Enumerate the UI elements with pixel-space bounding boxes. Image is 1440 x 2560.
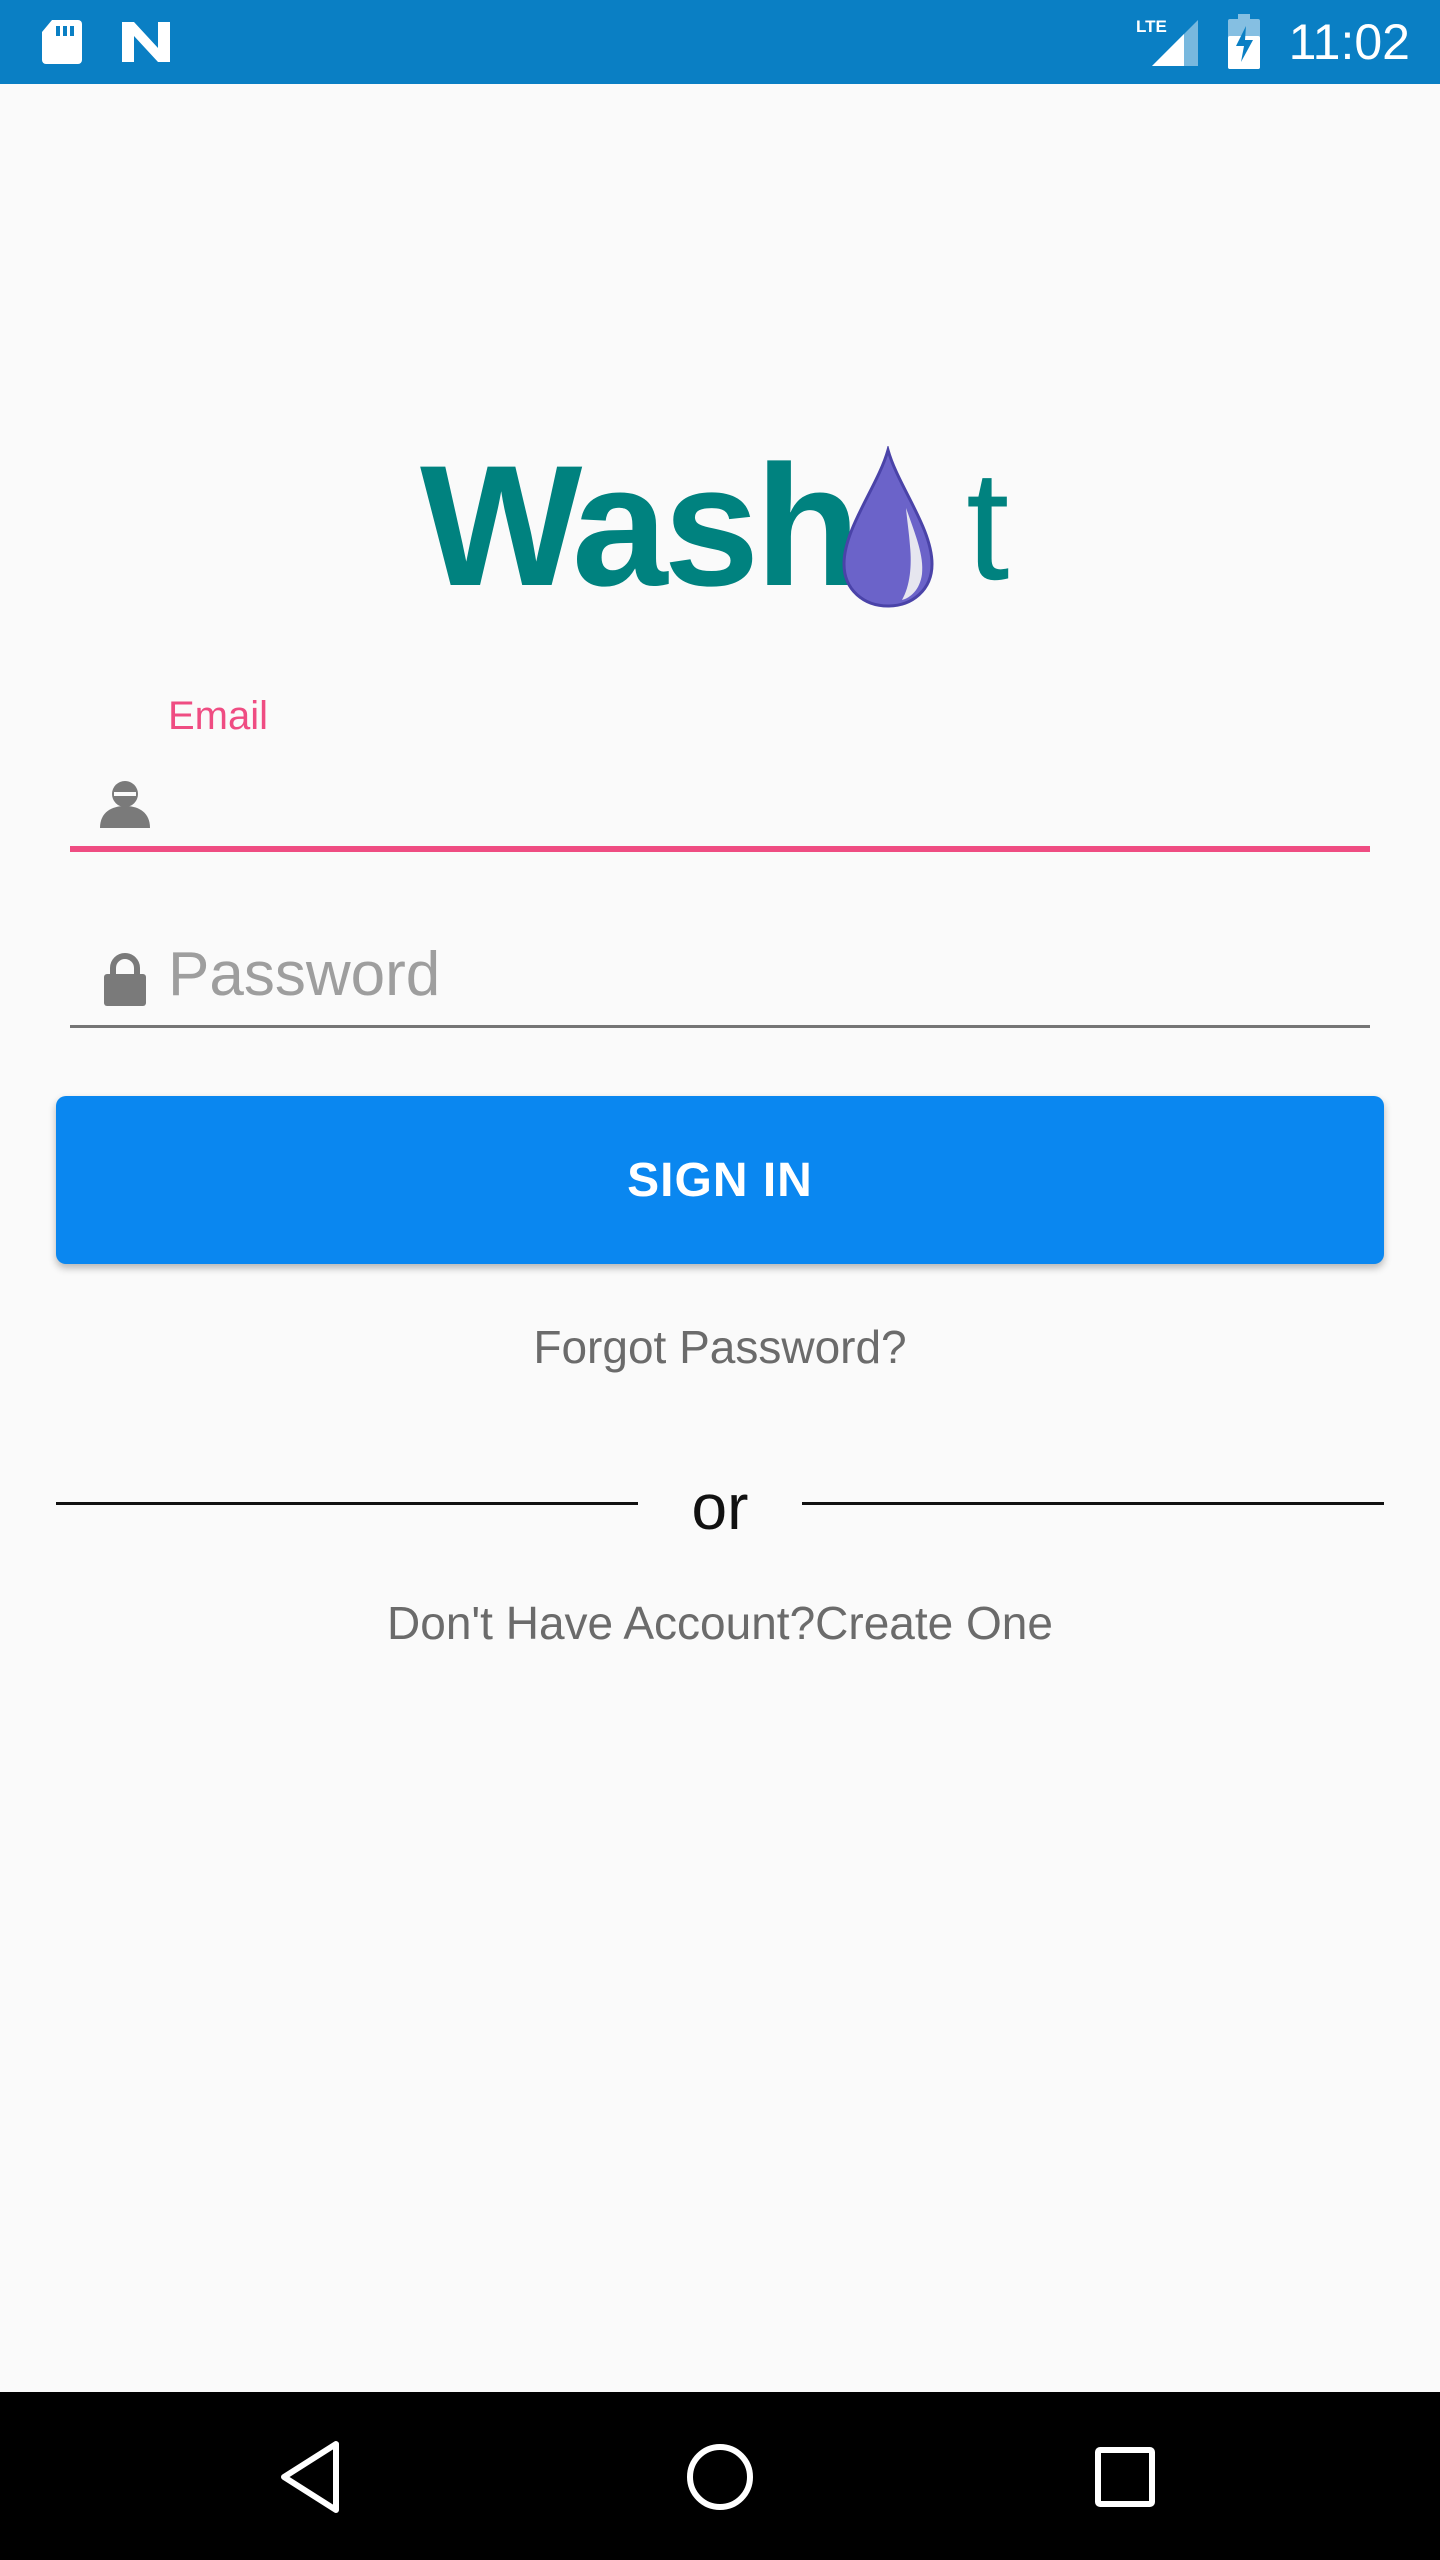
- status-clock: 11:02: [1288, 14, 1410, 70]
- create-account-link[interactable]: Don't Have Account?Create One: [0, 1596, 1440, 1650]
- email-field[interactable]: [70, 756, 1370, 852]
- forgot-password-link[interactable]: Forgot Password?: [0, 1320, 1440, 1374]
- email-label: Email: [168, 694, 269, 738]
- password-field[interactable]: [70, 930, 1370, 1028]
- lock-icon: [104, 953, 146, 1006]
- password-underline: [70, 1025, 1370, 1028]
- email-underline: [70, 846, 1370, 852]
- home-icon[interactable]: [675, 2432, 765, 2522]
- recents-icon[interactable]: [1080, 2432, 1170, 2522]
- logo-text-t: t: [966, 439, 1010, 613]
- sd-card-icon: [42, 20, 82, 64]
- logo-text-wash: Wash: [420, 430, 860, 622]
- navigation-bar: [0, 2392, 1440, 2560]
- lte-signal-icon: LTE: [1136, 17, 1198, 66]
- n-notification-icon: [122, 22, 170, 62]
- sign-in-button[interactable]: SIGN IN: [56, 1096, 1384, 1264]
- status-bar: LTE 11:02: [0, 0, 1440, 84]
- back-icon[interactable]: [270, 2432, 360, 2522]
- app-logo: Wash t: [420, 436, 1020, 616]
- divider-left: [56, 1502, 638, 1505]
- water-drop-icon: [842, 446, 934, 608]
- svg-text:LTE: LTE: [1136, 17, 1167, 36]
- battery-charging-icon: [1228, 14, 1260, 69]
- password-input[interactable]: [168, 934, 1348, 1014]
- divider-right: [802, 1502, 1384, 1505]
- email-input[interactable]: [168, 766, 1348, 838]
- login-screen: LTE 11:02 Wash t Email SIGN IN Forgot Pa…: [0, 0, 1440, 2560]
- or-separator: or: [691, 1471, 749, 1543]
- user-icon: [100, 781, 150, 828]
